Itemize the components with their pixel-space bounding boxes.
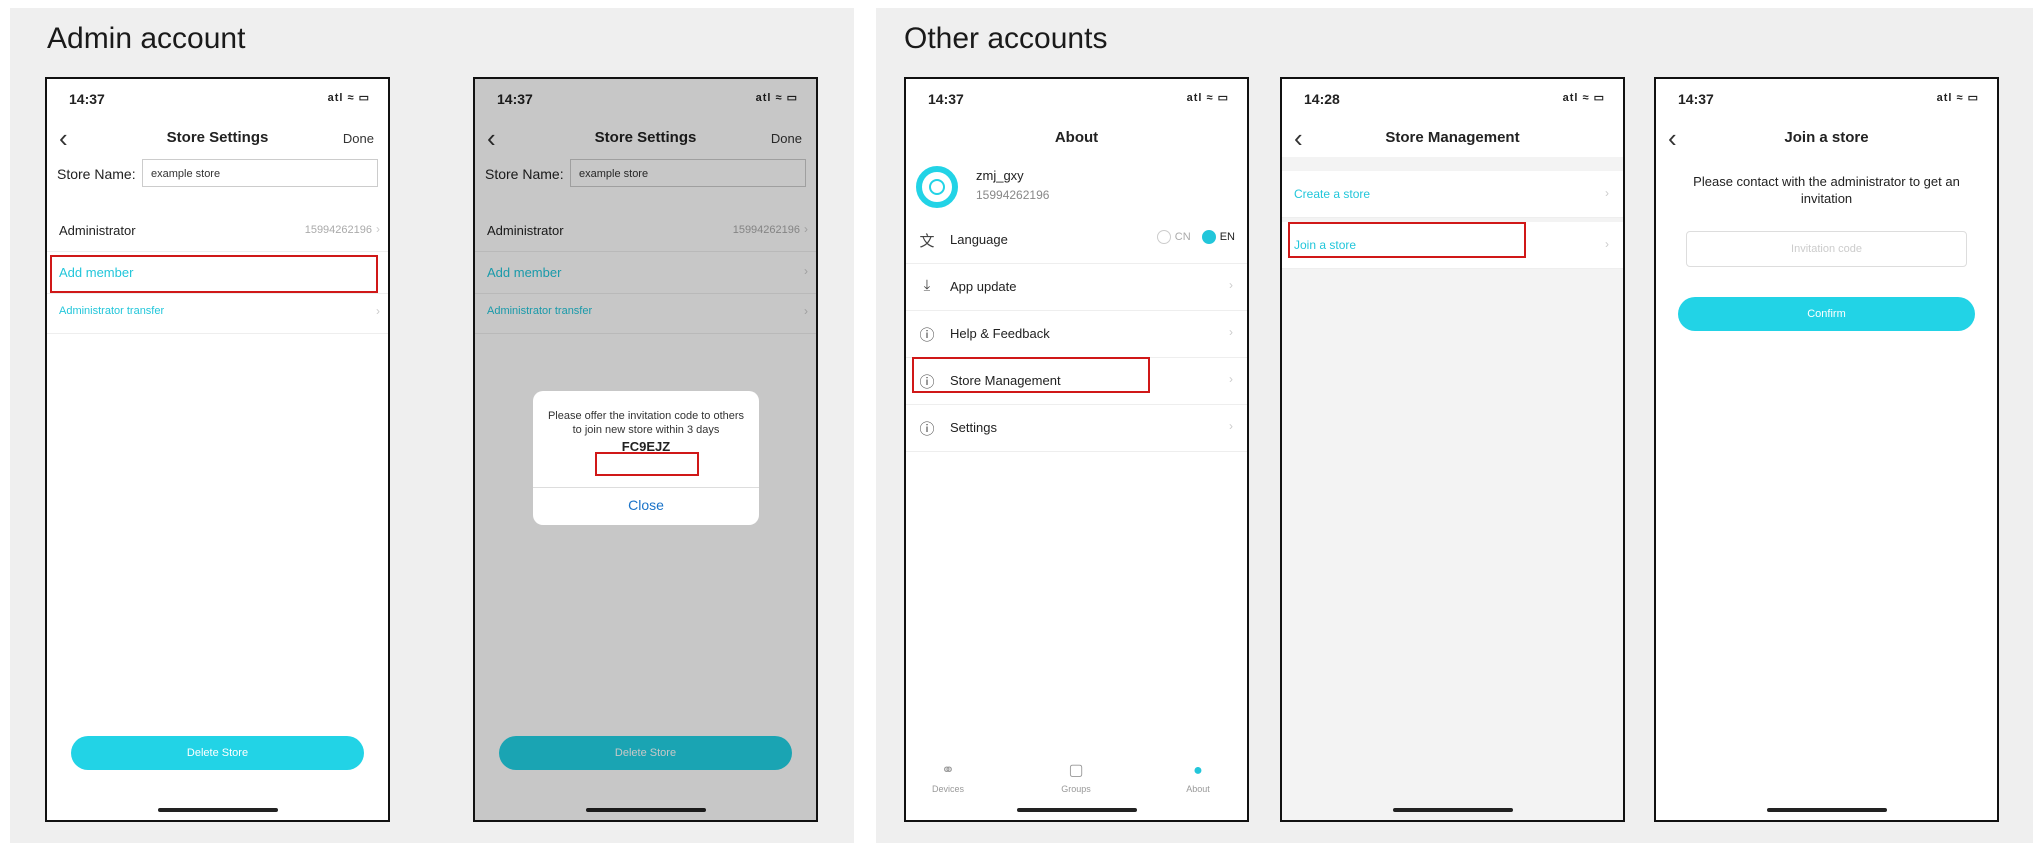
nav-bar: ‹ Join a store — [1656, 123, 1997, 155]
home-indicator — [1766, 808, 1887, 812]
done-button[interactable]: Done — [343, 131, 374, 146]
download-icon: ⤓ — [923, 277, 931, 294]
phone-invitation-dialog: 14:37 atl ≈ ▭ ‹ Store Settings Done Stor… — [473, 77, 818, 822]
page-title: Join a store — [1784, 129, 1869, 146]
store-name-row: Store Name: example store — [57, 159, 378, 189]
lang-cn-label: CN — [1174, 230, 1191, 243]
signal-icon: atl ≈ ▭ — [1562, 92, 1605, 104]
status-time: 14:37 — [69, 91, 105, 107]
home-indicator — [1392, 808, 1513, 812]
delete-store-button[interactable]: Delete Store — [71, 736, 364, 770]
status-bar: 14:37 atl ≈ ▭ — [1678, 91, 1979, 111]
tab-groups[interactable]: ▢ Groups — [1046, 760, 1106, 794]
home-indicator — [157, 808, 278, 812]
info-icon: ⓘ — [919, 327, 935, 344]
user-profile[interactable]: zmj_gxy 15994262196 — [916, 162, 1237, 212]
chevron-right-icon: › — [1229, 372, 1233, 386]
administrator-label: Administrator — [59, 223, 136, 238]
highlight-box — [1288, 222, 1526, 258]
chevron-right-icon: › — [1229, 325, 1233, 339]
confirm-button[interactable]: Confirm — [1678, 297, 1975, 331]
status-time: 14:37 — [1678, 91, 1714, 107]
language-options: CN EN — [1156, 230, 1235, 244]
status-time: 14:28 — [1304, 91, 1340, 107]
tab-groups-label: Groups — [1061, 784, 1091, 794]
tab-devices-label: Devices — [931, 784, 964, 794]
phone-store-management: 14:28 atl ≈ ▭ ‹ Store Management Create … — [1280, 77, 1625, 822]
store-name-label: Store Name: — [57, 166, 136, 182]
tab-about[interactable]: ● About — [1168, 762, 1228, 794]
page-title: About — [1054, 129, 1099, 146]
invitation-code-input[interactable]: Invitation code — [1686, 231, 1967, 267]
home-indicator — [1016, 808, 1137, 812]
status-time: 14:37 — [928, 91, 964, 107]
signal-icon: atl ≈ ▭ — [327, 92, 370, 104]
chevron-right-icon: › — [1229, 278, 1233, 292]
phone-about: 14:37 atl ≈ ▭ About zmj_gxy 15994262196 … — [904, 77, 1249, 822]
menu-item-help-feedback[interactable]: ⓘ Help & Feedback › — [906, 311, 1247, 358]
create-store-label: Create a store — [1294, 187, 1371, 201]
administrator-row[interactable]: Administrator 15994262196 › — [47, 211, 388, 252]
status-bar: 14:37 atl ≈ ▭ — [928, 91, 1229, 111]
about-icon: ● — [1193, 762, 1203, 779]
signal-icon: atl ≈ ▭ — [1936, 92, 1979, 104]
highlight-box — [912, 357, 1150, 393]
language-label: Language — [950, 232, 1008, 247]
admin-transfer-label: Administrator transfer — [59, 305, 165, 317]
info-icon: ⓘ — [919, 421, 935, 438]
chevron-right-icon: › — [1229, 419, 1233, 433]
create-store-row[interactable]: Create a store › — [1282, 171, 1623, 218]
nav-bar: About — [906, 123, 1247, 155]
admin-transfer-row[interactable]: Administrator transfer › — [47, 293, 388, 334]
status-bar: 14:37 atl ≈ ▭ — [69, 91, 370, 111]
store-name-input[interactable]: example store — [142, 159, 378, 187]
highlight-box — [50, 255, 378, 293]
status-bar: 14:28 atl ≈ ▭ — [1304, 91, 1605, 111]
dialog-message: Please offer the invitation code to othe… — [547, 410, 745, 436]
admin-section-title: Admin account — [47, 22, 246, 55]
user-id: 15994262196 — [976, 188, 1050, 202]
administrator-value: 15994262196 — [304, 224, 372, 236]
close-button[interactable]: Close — [533, 497, 759, 513]
menu-item-app-update[interactable]: ⤓ App update › — [906, 264, 1247, 311]
link-icon: ⚭ — [941, 762, 955, 779]
highlight-box — [595, 452, 699, 476]
page-title: Store Settings — [166, 129, 269, 146]
tab-devices[interactable]: ⚭ Devices — [918, 760, 978, 794]
settings-label: Settings — [950, 420, 997, 435]
avatar — [916, 166, 958, 208]
other-section-title: Other accounts — [904, 22, 1108, 55]
tab-bar: ⚭ Devices ▢ Groups ● About — [906, 744, 1247, 794]
dialog-divider — [533, 487, 759, 488]
user-name: zmj_gxy — [976, 168, 1024, 183]
translate-icon: 文 — [919, 233, 935, 250]
lang-en-label: EN — [1219, 230, 1235, 243]
tab-about-label: About — [1186, 784, 1210, 794]
phone-store-settings: 14:37 atl ≈ ▭ ‹ Store Settings Done Stor… — [45, 77, 390, 822]
chevron-right-icon: › — [376, 222, 380, 236]
nav-bar: ‹ Store Settings Done — [47, 123, 388, 155]
chevron-right-icon: › — [1605, 186, 1609, 200]
chevron-right-icon: › — [376, 304, 380, 318]
language-row: 文 Language CN EN — [906, 217, 1247, 264]
signal-icon: atl ≈ ▭ — [1186, 92, 1229, 104]
join-instructions: Please contact with the administrator to… — [1693, 174, 1960, 206]
radio-cn[interactable] — [1156, 230, 1171, 244]
nav-bar: ‹ Store Management — [1282, 123, 1623, 155]
page-title: Store Management — [1385, 129, 1520, 146]
app-update-label: App update — [950, 279, 1017, 294]
radio-en[interactable] — [1201, 230, 1216, 244]
phone-join-store: 14:37 atl ≈ ▭ ‹ Join a store Please cont… — [1654, 77, 1999, 822]
menu-item-settings[interactable]: ⓘ Settings › — [906, 405, 1247, 452]
groups-icon: ▢ — [1068, 762, 1084, 779]
help-feedback-label: Help & Feedback — [950, 326, 1050, 341]
chevron-right-icon: › — [1605, 237, 1609, 251]
